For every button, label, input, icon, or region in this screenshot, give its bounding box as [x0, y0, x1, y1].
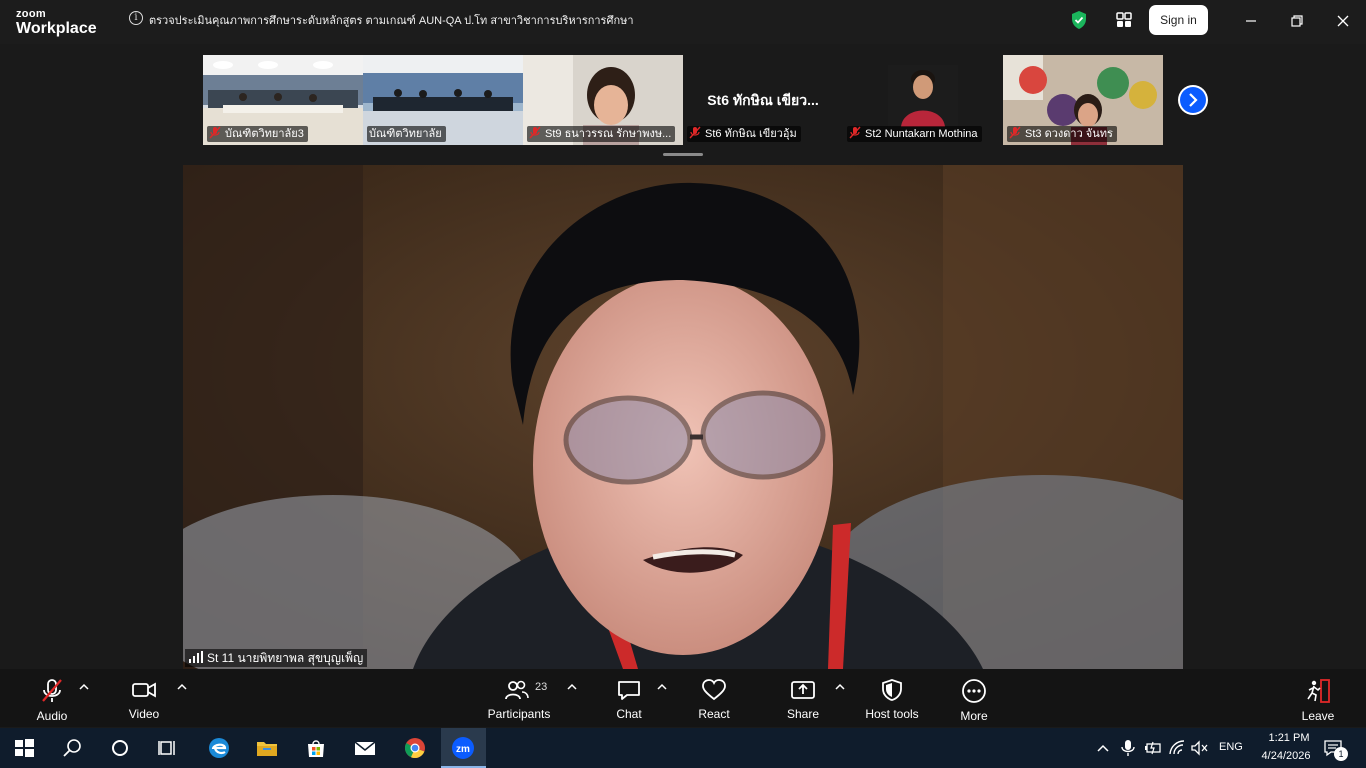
share-screen-icon: [791, 681, 815, 699]
muted-mic-icon: [209, 126, 221, 139]
participant-tile[interactable]: St9 ธนาวรรณ รักษาพงษ...: [523, 55, 683, 145]
leave-label: Leave: [1301, 709, 1335, 723]
participants-count-badge: 23: [535, 681, 548, 693]
microsoft-store-icon[interactable]: [304, 736, 328, 760]
clock-time[interactable]: 1:21 PM: [1260, 732, 1318, 744]
participants-options-chevron-up-icon[interactable]: [567, 683, 577, 691]
video-options-chevron-up-icon[interactable]: [177, 683, 187, 691]
active-speaker-video: St 11 นายพิทยาพล สุขบุญเพ็ญ: [183, 165, 1183, 669]
more-ellipsis-icon: [962, 679, 986, 703]
meeting-info-icon[interactable]: i: [129, 11, 143, 25]
leave-button[interactable]: Leave: [1296, 669, 1340, 727]
participant-name-label: St6 ทักษิณ เขียวอุ้ม: [687, 126, 801, 142]
muted-mic-icon: [1009, 126, 1021, 139]
zoom-meeting-window: zoom Workplace i ตรวจประเมินคุณภาพการศึก…: [0, 0, 1366, 768]
muted-mic-icon: [689, 126, 701, 139]
participants-icon: [505, 680, 529, 700]
chat-button[interactable]: Chat: [605, 669, 653, 727]
chat-label: Chat: [616, 707, 642, 721]
close-icon[interactable]: [1332, 10, 1354, 32]
notification-count-badge: 1: [1334, 747, 1348, 761]
participant-name-label: St2 Nuntakarn Mothina: [847, 126, 982, 142]
video-label: Video: [128, 707, 160, 721]
audio-button[interactable]: Audio: [28, 669, 76, 727]
edge-browser-icon[interactable]: [207, 736, 231, 760]
clock-date[interactable]: 4/24/2026: [1254, 750, 1318, 762]
participant-name-label: St3 ดวงดาว จันทร: [1007, 126, 1117, 142]
show-hidden-icons-chevron-up-icon[interactable]: [1093, 738, 1113, 758]
participant-name-label: บัณฑิตวิทยาลัย3: [207, 126, 308, 142]
muted-mic-icon: [849, 126, 861, 139]
next-page-chevron-right-icon[interactable]: [1178, 85, 1208, 115]
mail-icon[interactable]: [353, 736, 377, 760]
react-label: React: [698, 707, 730, 721]
share-label: Share: [786, 707, 820, 721]
chat-bubble-icon: [618, 681, 640, 700]
speaker-muted-tray-icon[interactable]: [1190, 738, 1210, 758]
chrome-browser-icon[interactable]: [403, 736, 427, 760]
apps-grid-icon[interactable]: [1116, 12, 1132, 28]
signal-strength-icon: [189, 651, 203, 663]
zoom-app-icon[interactable]: zm: [451, 736, 475, 760]
speaker-name-label: St 11 นายพิทยาพล สุขบุญเพ็ญ: [185, 649, 368, 667]
restore-icon[interactable]: [1286, 10, 1308, 32]
more-label: More: [960, 709, 988, 723]
zoom-logo: zoom Workplace: [16, 9, 97, 37]
participant-tile[interactable]: St3 ดวงดาว จันทร: [1003, 55, 1163, 145]
host-tools-button[interactable]: Host tools: [860, 669, 924, 727]
host-shield-icon: [882, 679, 902, 701]
video-button[interactable]: Video: [120, 669, 168, 727]
audio-label: Audio: [36, 709, 68, 723]
meeting-toolbar: Audio Video Participants Chat React Shar…: [0, 669, 1366, 727]
participant-tile[interactable]: บัณฑิตวิทยาลัย3: [203, 55, 363, 145]
share-options-chevron-up-icon[interactable]: [835, 683, 845, 691]
file-explorer-icon[interactable]: [255, 736, 279, 760]
participant-name-label: St9 ธนาวรรณ รักษาพงษ...: [527, 126, 676, 142]
meeting-title: ตรวจประเมินคุณภาพการศึกษาระดับหลักสูตร ต…: [149, 15, 634, 27]
video-camera-icon: [132, 682, 156, 698]
microphone-tray-icon[interactable]: [1118, 738, 1138, 758]
share-button[interactable]: Share: [779, 669, 827, 727]
cortana-icon[interactable]: [108, 736, 132, 760]
speaker-video-frame: [183, 165, 1183, 669]
battery-tray-icon[interactable]: [1143, 738, 1163, 758]
windows-start-icon[interactable]: [12, 736, 36, 760]
chat-options-chevron-up-icon[interactable]: [657, 683, 667, 691]
react-button[interactable]: React: [690, 669, 738, 727]
search-icon[interactable]: [60, 736, 84, 760]
participant-display-name: St6 ทักษิณ เขียว...: [707, 92, 819, 108]
heart-icon: [702, 679, 726, 701]
encryption-shield-icon[interactable]: [1071, 11, 1087, 29]
input-language-indicator[interactable]: ENG: [1219, 741, 1243, 753]
filmstrip-resize-handle[interactable]: [663, 153, 703, 156]
participant-filmstrip: บัณฑิตวิทยาลัย3 บัณฑิตวิทยาลัย St9 ธนาวร…: [203, 55, 1163, 145]
participants-label: Participants: [487, 707, 551, 721]
host-tools-label: Host tools: [865, 707, 919, 721]
minimize-icon[interactable]: [1240, 10, 1262, 32]
svg-text:zm: zm: [456, 744, 470, 755]
leave-door-icon: [1307, 679, 1330, 703]
muted-microphone-icon: [42, 679, 62, 702]
task-view-icon[interactable]: [156, 736, 180, 760]
sign-in-button[interactable]: Sign in: [1149, 5, 1208, 35]
participant-tile[interactable]: บัณฑิตวิทยาลัย: [363, 55, 523, 145]
participant-tile[interactable]: St2 Nuntakarn Mothina: [843, 55, 1003, 145]
participant-name-label: บัณฑิตวิทยาลัย: [367, 126, 446, 142]
wifi-tray-icon[interactable]: [1167, 738, 1187, 758]
logo-zoom-text: zoom: [16, 8, 46, 20]
logo-workplace-text: Workplace: [16, 20, 97, 37]
title-bar: zoom Workplace i ตรวจประเมินคุณภาพการศึก…: [0, 0, 1366, 44]
more-button[interactable]: More: [950, 669, 998, 727]
muted-mic-icon: [529, 126, 541, 139]
windows-taskbar: zm ENG 1:21 PM 4/24/2026 1: [0, 728, 1366, 768]
participant-tile[interactable]: St6 ทักษิณ เขียว... St6 ทักษิณ เขียวอุ้ม: [683, 55, 843, 145]
audio-options-chevron-up-icon[interactable]: [79, 683, 89, 691]
participants-button[interactable]: Participants: [484, 669, 554, 727]
